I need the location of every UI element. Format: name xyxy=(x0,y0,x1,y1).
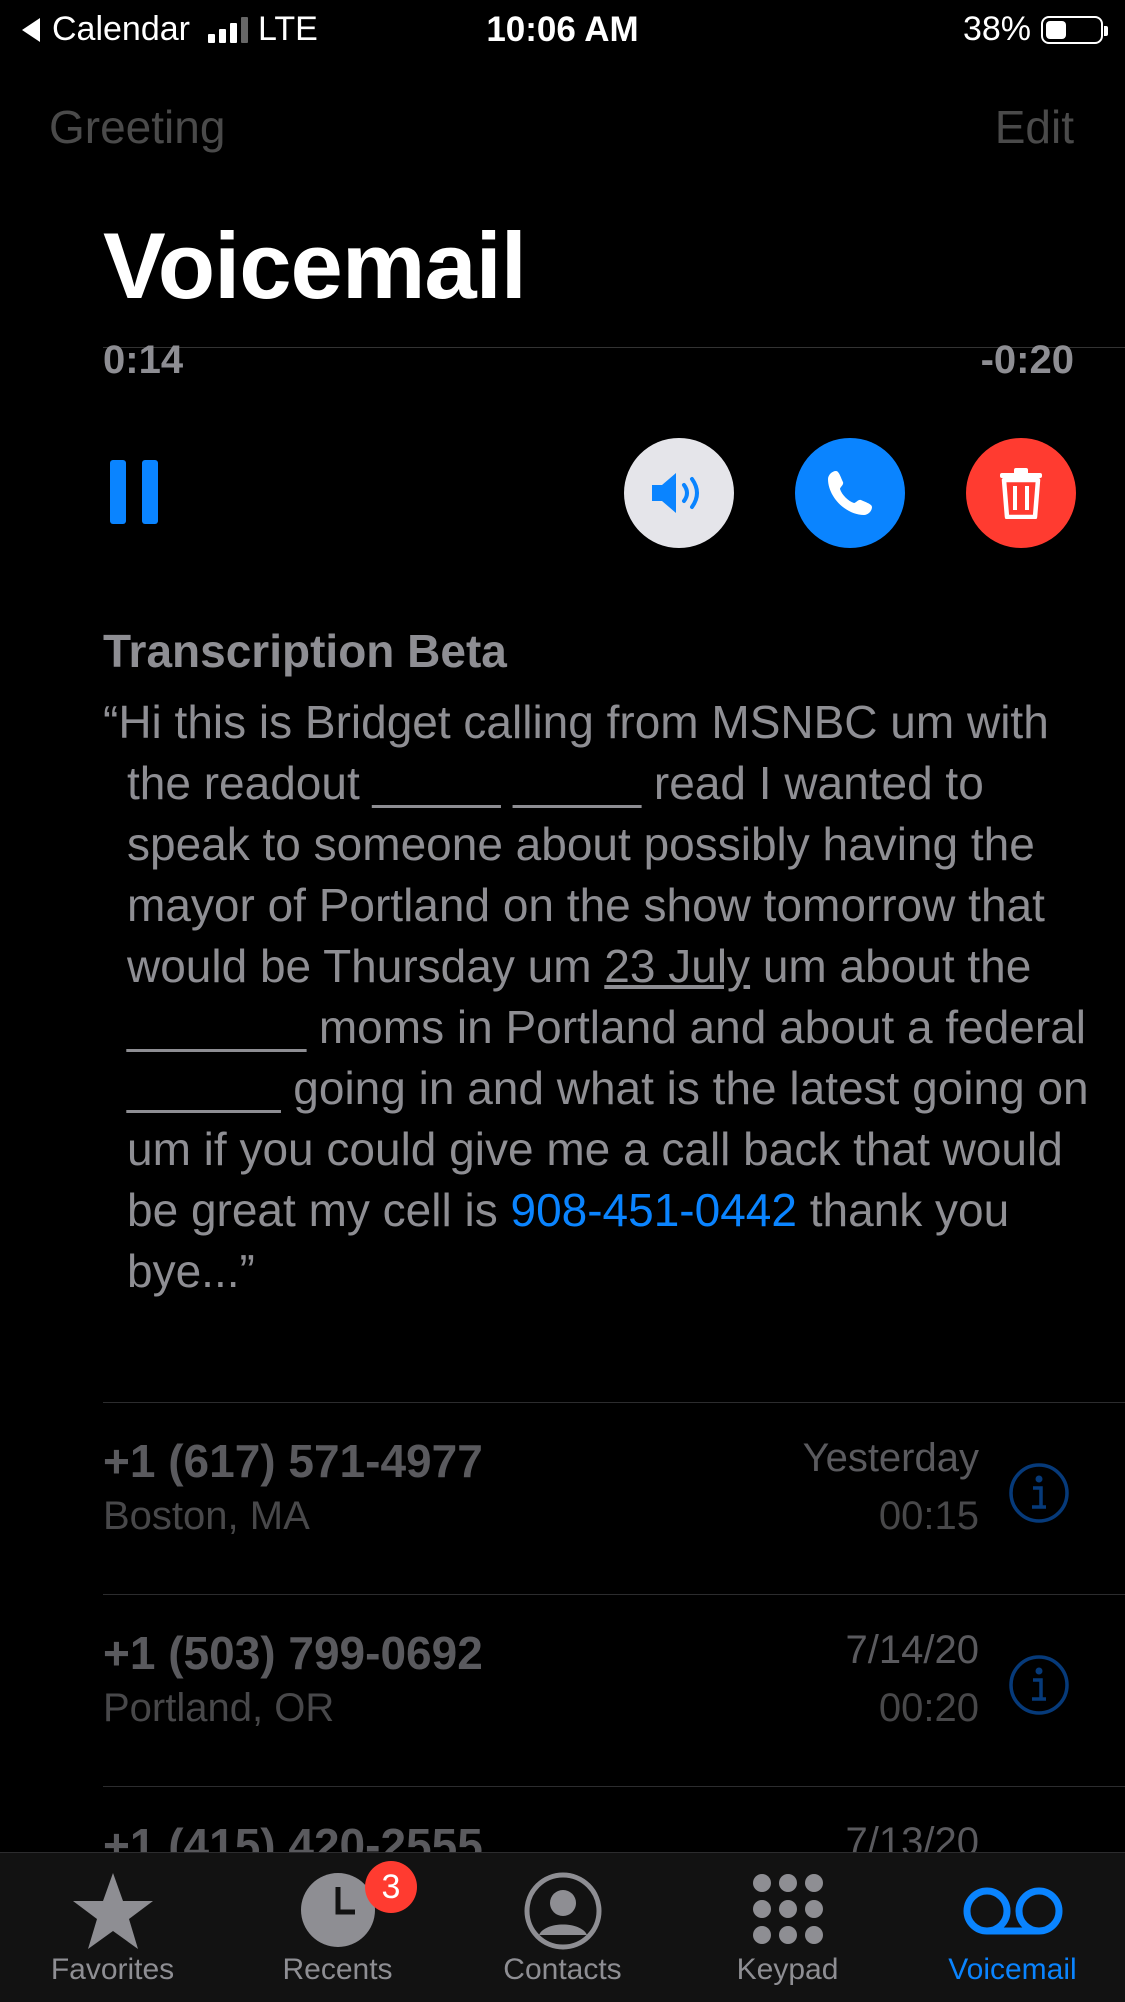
person-circle-icon xyxy=(524,1872,601,1950)
tab-recents[interactable]: 3 Recents xyxy=(225,1853,450,2002)
caller-location: Portland, OR xyxy=(103,1686,335,1730)
date-link[interactable]: 23 July xyxy=(604,940,750,992)
recents-badge: 3 xyxy=(365,1861,417,1913)
tab-contacts[interactable]: Contacts xyxy=(450,1853,675,2002)
tab-voicemail[interactable]: Voicemail xyxy=(900,1853,1125,2002)
voicemail-row[interactable]: +1 (617) 571-4977 Boston, MA Yesterday 0… xyxy=(0,1404,1125,1594)
battery-percent: 38% xyxy=(962,10,1031,48)
scrubber-track[interactable] xyxy=(103,347,1125,348)
voicemail-date: Yesterday xyxy=(802,1436,979,1480)
voicemail-duration: 00:20 xyxy=(878,1686,979,1730)
phone-link[interactable]: 908-451-0442 xyxy=(510,1184,796,1236)
caller-location: Boston, MA xyxy=(103,1494,310,1538)
tab-label: Favorites xyxy=(50,1953,175,1986)
pause-icon[interactable] xyxy=(110,460,158,524)
voicemail-row[interactable]: +1 (503) 799-0692 Portland, OR 7/14/20 0… xyxy=(0,1596,1125,1786)
transcription-text: “Hi this is Bridget calling from MSNBC u… xyxy=(103,692,1107,1302)
star-icon xyxy=(72,1873,153,1949)
keypad-icon xyxy=(752,1874,823,1944)
trash-icon xyxy=(1000,468,1042,519)
battery-icon xyxy=(1041,15,1108,44)
phone-icon xyxy=(828,471,872,515)
page-title: Voicemail xyxy=(103,213,527,318)
info-icon[interactable] xyxy=(1008,1654,1070,1716)
greeting-button[interactable]: Greeting xyxy=(49,100,225,154)
edit-button[interactable]: Edit xyxy=(995,100,1074,154)
status-bar: Calendar LTE 10:06 AM 38% xyxy=(0,0,1125,62)
tab-favorites[interactable]: Favorites xyxy=(0,1853,225,2002)
voicemail-duration: 00:15 xyxy=(878,1494,979,1538)
tab-bar: Favorites 3 Recents Contacts Keypad Voic… xyxy=(0,1852,1125,2002)
caller-number: +1 (617) 571-4977 xyxy=(103,1435,483,1487)
info-icon[interactable] xyxy=(1008,1462,1070,1524)
divider xyxy=(103,1402,1125,1403)
divider xyxy=(103,1594,1125,1595)
voicemail-icon xyxy=(963,1887,1062,1935)
remaining-time: -0:20 xyxy=(980,338,1074,382)
tab-label: Voicemail xyxy=(948,1953,1077,1986)
delete-button[interactable] xyxy=(966,438,1076,548)
voicemail-date: 7/14/20 xyxy=(845,1628,979,1672)
transcription-heading: Transcription Beta xyxy=(103,625,507,677)
tab-label: Recents xyxy=(282,1953,393,1986)
elapsed-time: 0:14 xyxy=(103,338,184,382)
tab-keypad[interactable]: Keypad xyxy=(675,1853,900,2002)
tab-label: Contacts xyxy=(503,1953,622,1986)
call-back-button[interactable] xyxy=(795,438,905,548)
divider xyxy=(103,1786,1125,1787)
status-time: 10:06 AM xyxy=(486,10,639,49)
speaker-button[interactable] xyxy=(624,438,734,548)
speaker-icon xyxy=(652,473,699,513)
caller-number: +1 (503) 799-0692 xyxy=(103,1627,483,1679)
tab-label: Keypad xyxy=(736,1953,839,1986)
